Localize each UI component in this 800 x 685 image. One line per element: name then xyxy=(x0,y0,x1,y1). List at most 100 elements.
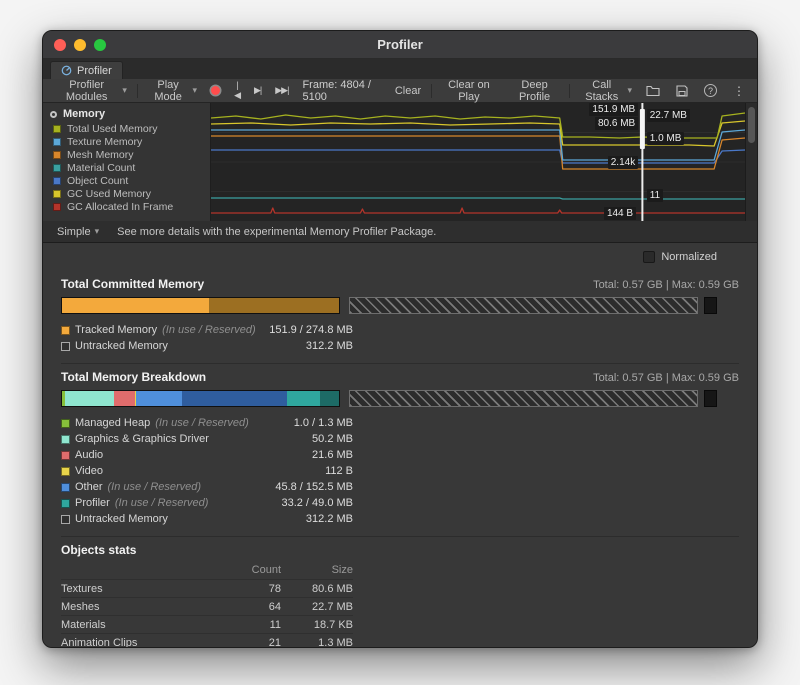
maximize-button[interactable] xyxy=(94,39,106,51)
legend-row-other[interactable]: Other (In use / Reserved) 45.8 / 152.5 M… xyxy=(61,479,353,495)
row-size: 80.6 MB xyxy=(281,583,353,595)
bar-segment-audio xyxy=(114,391,135,406)
legend-value: 1.0 / 1.3 MB xyxy=(294,417,353,429)
chart-series-lines xyxy=(211,113,745,213)
next-frame-button[interactable]: ▶| xyxy=(248,81,267,101)
deep-profile-label: Deep Profile xyxy=(510,79,559,103)
bar-segment-other-reserved xyxy=(182,391,287,406)
chart-scrollbar[interactable] xyxy=(745,103,757,221)
legend-label: Audio xyxy=(75,449,103,461)
objects-section-header: Objects stats xyxy=(61,543,739,557)
table-row-textures[interactable]: Textures 78 80.6 MB xyxy=(61,580,353,598)
legend-label: Untracked Memory xyxy=(75,340,168,352)
legend-label: Texture Memory xyxy=(67,136,142,148)
toolbar-right-icons: ? ⋮ xyxy=(640,81,751,101)
normalized-checkbox[interactable] xyxy=(643,251,655,263)
legend-row-graphics[interactable]: Graphics & Graphics Driver 50.2 MB xyxy=(61,431,353,447)
legend-row-untracked-memory[interactable]: Untracked Memory 312.2 MB xyxy=(61,511,353,527)
legend-value: 45.8 / 152.5 MB xyxy=(275,481,353,493)
legend-row-audio[interactable]: Audio 21.6 MB xyxy=(61,447,353,463)
legend-row-untracked-memory[interactable]: Untracked Memory 312.2 MB xyxy=(61,338,353,354)
module-legend-item[interactable]: GC Used Memory xyxy=(43,187,210,200)
play-mode-dropdown[interactable]: Play Mode ▾ xyxy=(142,81,203,101)
memory-chart[interactable]: 151.9 MB 22.7 MB 80.6 MB 1.0 MB 2.14k 11… xyxy=(211,103,745,221)
untracked-memory-hatched-bar[interactable] xyxy=(349,297,698,314)
clear-on-play-button[interactable]: Clear on Play xyxy=(436,81,502,101)
legend-value: 151.9 / 274.8 MB xyxy=(269,324,353,336)
details-pane: Normalized Total Committed Memory Total:… xyxy=(43,243,757,647)
play-mode-label: Play Mode xyxy=(148,79,189,103)
deep-profile-button[interactable]: Deep Profile xyxy=(504,81,565,101)
record-button[interactable] xyxy=(205,81,226,101)
legend-color-swatch xyxy=(53,164,61,172)
legend-row-tracked-memory[interactable]: Tracked Memory (In use / Reserved) 151.9… xyxy=(61,322,353,338)
chart-value-badge: 11 xyxy=(647,189,663,202)
table-row-meshes[interactable]: Meshes 64 22.7 MB xyxy=(61,598,353,616)
normalized-label[interactable]: Normalized xyxy=(661,251,717,263)
module-legend-item[interactable]: GC Allocated In Frame xyxy=(43,200,210,213)
module-legend-item[interactable]: Total Used Memory xyxy=(43,122,210,135)
next-frame-icon: ▶| xyxy=(254,85,261,96)
module-legend-item[interactable]: Material Count xyxy=(43,161,210,174)
close-button[interactable] xyxy=(54,39,66,51)
module-legend-item[interactable]: Object Count xyxy=(43,174,210,187)
kebab-menu-icon: ⋮ xyxy=(733,84,745,98)
module-legend-item[interactable]: Mesh Memory xyxy=(43,148,210,161)
section-divider xyxy=(61,536,739,537)
prev-frame-button[interactable]: |◀ xyxy=(228,81,246,101)
chart-value-badge: 22.7 MB xyxy=(647,109,690,122)
tab-strip: Profiler xyxy=(43,59,757,79)
legend-label: Other xyxy=(75,481,103,493)
legend-row-video[interactable]: Video 112 B xyxy=(61,463,353,479)
help-button[interactable]: ? xyxy=(698,81,723,101)
module-legend-item[interactable]: Texture Memory xyxy=(43,135,210,148)
clear-button[interactable]: Clear xyxy=(389,81,427,101)
titlebar: Profiler xyxy=(43,31,757,59)
profiler-modules-dropdown[interactable]: Profiler Modules ▾ xyxy=(49,81,133,101)
untracked-memory-hatched-bar[interactable] xyxy=(349,390,698,407)
tab-profiler[interactable]: Profiler xyxy=(50,61,123,79)
legend-row-profiler[interactable]: Profiler (In use / Reserved) 33.2 / 49.0… xyxy=(61,495,353,511)
selected-frame-handle[interactable] xyxy=(640,109,645,149)
view-mode-label: Simple xyxy=(57,226,91,238)
legend-label: Profiler xyxy=(75,497,110,509)
bar-segment-profiler-used xyxy=(287,391,320,406)
context-menu-button[interactable]: ⋮ xyxy=(727,81,751,101)
current-frame-icon: ▶▶| xyxy=(275,85,288,96)
legend-qualifier: (In use / Reserved) xyxy=(115,497,209,509)
chart-value-badge: 2.14k xyxy=(608,156,638,169)
legend-label: Managed Heap xyxy=(75,417,150,429)
current-frame-button[interactable]: ▶▶| xyxy=(269,81,294,101)
legend-color-swatch xyxy=(53,151,61,159)
call-stacks-dropdown[interactable]: Call Stacks ▾ xyxy=(574,81,638,101)
traffic-lights xyxy=(54,39,106,51)
legend-color-swatch xyxy=(61,499,70,508)
save-profile-button[interactable] xyxy=(670,81,694,101)
legend-label: Graphics & Graphics Driver xyxy=(75,433,209,445)
window-title: Profiler xyxy=(43,31,757,59)
legend-row-managed-heap[interactable]: Managed Heap (In use / Reserved) 1.0 / 1… xyxy=(61,415,353,431)
legend-color-swatch xyxy=(53,125,61,133)
table-header-row: Count Size xyxy=(61,561,353,580)
chart-area: Memory Total Used Memory Texture Memory … xyxy=(43,103,757,221)
details-mode-bar: Simple ▾ See more details with the exper… xyxy=(43,221,757,243)
legend-label: Video xyxy=(75,465,103,477)
bar-segment-profiler-reserved xyxy=(320,391,339,406)
minimize-button[interactable] xyxy=(74,39,86,51)
bar-segment xyxy=(62,298,209,313)
legend-value: 312.2 MB xyxy=(306,340,353,352)
tracked-memory-bar[interactable] xyxy=(61,297,340,314)
row-size: 1.3 MB xyxy=(281,637,353,648)
scrollbar-thumb[interactable] xyxy=(748,107,755,143)
legend-color-swatch xyxy=(53,190,61,198)
breakdown-bar[interactable] xyxy=(61,390,340,407)
legend-value: 112 B xyxy=(325,465,353,477)
view-mode-dropdown[interactable]: Simple ▾ xyxy=(51,222,105,242)
table-row-animation-clips[interactable]: Animation Clips 21 1.3 MB xyxy=(61,634,353,647)
load-profile-button[interactable] xyxy=(640,81,666,101)
memory-module-header[interactable]: Memory xyxy=(43,106,210,122)
chart-value-badge: 1.0 MB xyxy=(647,132,685,145)
legend-color-swatch xyxy=(61,515,70,524)
table-row-materials[interactable]: Materials 11 18.7 KB xyxy=(61,616,353,634)
table-header-name xyxy=(61,564,221,576)
